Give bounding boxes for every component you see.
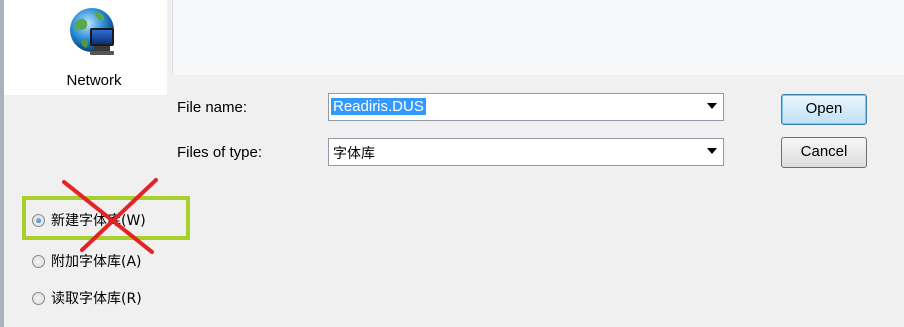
radio-button[interactable] <box>32 254 45 268</box>
files-of-type-label: Files of type: <box>177 144 263 161</box>
files-of-type-select[interactable]: 字体库 <box>328 138 724 166</box>
network-globe-icon <box>70 8 114 55</box>
network-label: Network <box>66 72 122 89</box>
radio-button[interactable] <box>32 291 45 305</box>
chevron-down-icon[interactable] <box>707 148 717 154</box>
places-item-network[interactable]: Network <box>44 6 144 91</box>
radio-label: 新建字体库(W) <box>51 213 146 229</box>
radio-button[interactable] <box>32 213 45 227</box>
radio-option-append-library[interactable]: 附加字体库(A) <box>32 248 142 274</box>
radio-option-new-library[interactable]: 新建字体库(W) <box>32 207 146 233</box>
radio-label: 读取字体库(R) <box>51 291 142 307</box>
file-name-label: File name: <box>177 99 248 116</box>
files-of-type-value: 字体库 <box>333 146 375 162</box>
radio-option-read-library[interactable]: 读取字体库(R) <box>32 285 142 311</box>
open-button[interactable]: Open <box>781 94 867 125</box>
places-bar: Network <box>4 0 167 95</box>
file-name-value: Readiris.DUS <box>331 98 426 115</box>
radio-label: 附加字体库(A) <box>51 254 142 270</box>
cancel-button[interactable]: Cancel <box>781 137 867 168</box>
chevron-down-icon[interactable] <box>707 103 717 109</box>
file-list-pane[interactable] <box>172 0 904 75</box>
file-name-input[interactable]: Readiris.DUS <box>328 93 724 121</box>
